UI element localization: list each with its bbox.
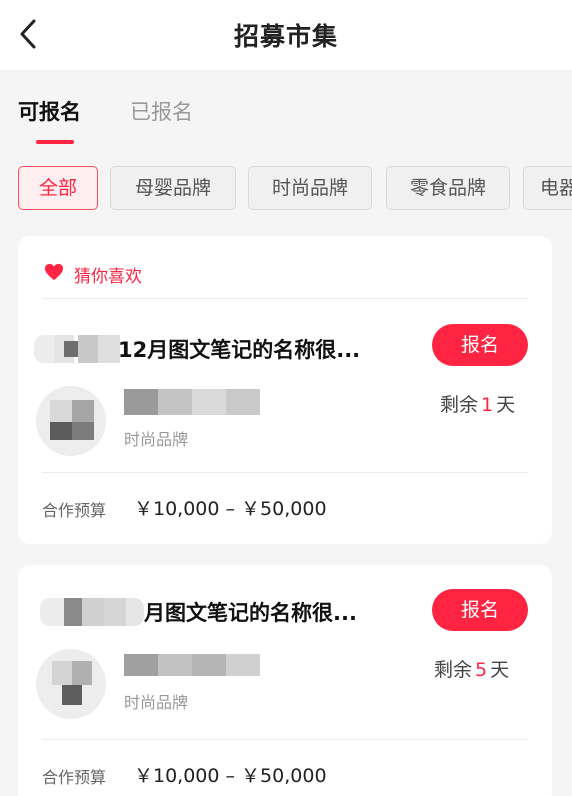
card-title: 月图文笔记的名称很... (144, 601, 357, 625)
days-remaining: 剩余 1 天 (440, 394, 516, 416)
divider (42, 739, 528, 740)
apply-button[interactable]: 报名 (432, 589, 528, 631)
apply-button[interactable]: 报名 (432, 324, 528, 366)
blurred-brand-name (40, 598, 144, 626)
filter-chip-electronics[interactable]: 电器 (523, 166, 572, 210)
divider (42, 472, 528, 473)
tab-bar: 可报名 已报名 (0, 70, 572, 150)
budget-range: ￥10,000 – ￥50,000 (134, 498, 327, 520)
recruitment-card[interactable]: 月图文笔记的名称很... 报名 时尚品牌 剩余 5 天 合作预算 ￥10,000 –… (18, 565, 552, 796)
top-bar: 招募市集 (0, 0, 572, 70)
recruitment-card[interactable]: 猜你喜欢 12月图文笔记的名称很... 报名 时尚品牌 剩余 1 天 合作预算 ￥1… (18, 236, 552, 544)
filter-chip-all[interactable]: 全部 (18, 166, 98, 210)
brand-category: 时尚品牌 (124, 693, 189, 712)
tab-available[interactable]: 可报名 (18, 96, 81, 126)
blurred-brand-title (124, 389, 260, 415)
tab-registered[interactable]: 已报名 (130, 96, 193, 126)
divider (42, 298, 528, 299)
heart-icon (45, 263, 63, 281)
budget-label: 合作预算 (42, 768, 107, 787)
budget-range: ￥10,000 – ￥50,000 (134, 765, 327, 787)
brand-category: 时尚品牌 (124, 430, 189, 449)
days-remaining: 剩余 5 天 (434, 659, 510, 681)
brand-avatar (36, 386, 106, 456)
filter-chip-maternal[interactable]: 母婴品牌 (110, 166, 236, 210)
active-tab-indicator (36, 140, 74, 144)
page-title: 招募市集 (233, 22, 338, 51)
blurred-brand-title (124, 654, 260, 676)
filter-chip-snacks[interactable]: 零食品牌 (386, 166, 510, 210)
budget-label: 合作预算 (42, 501, 107, 520)
card-title: 12月图文笔记的名称很... (118, 338, 361, 362)
brand-avatar (36, 649, 106, 719)
blurred-brand-name (34, 335, 120, 363)
filter-chip-row: 全部 母婴品牌 时尚品牌 零食品牌 电器 (0, 166, 572, 212)
filter-chip-fashion[interactable]: 时尚品牌 (248, 166, 372, 210)
